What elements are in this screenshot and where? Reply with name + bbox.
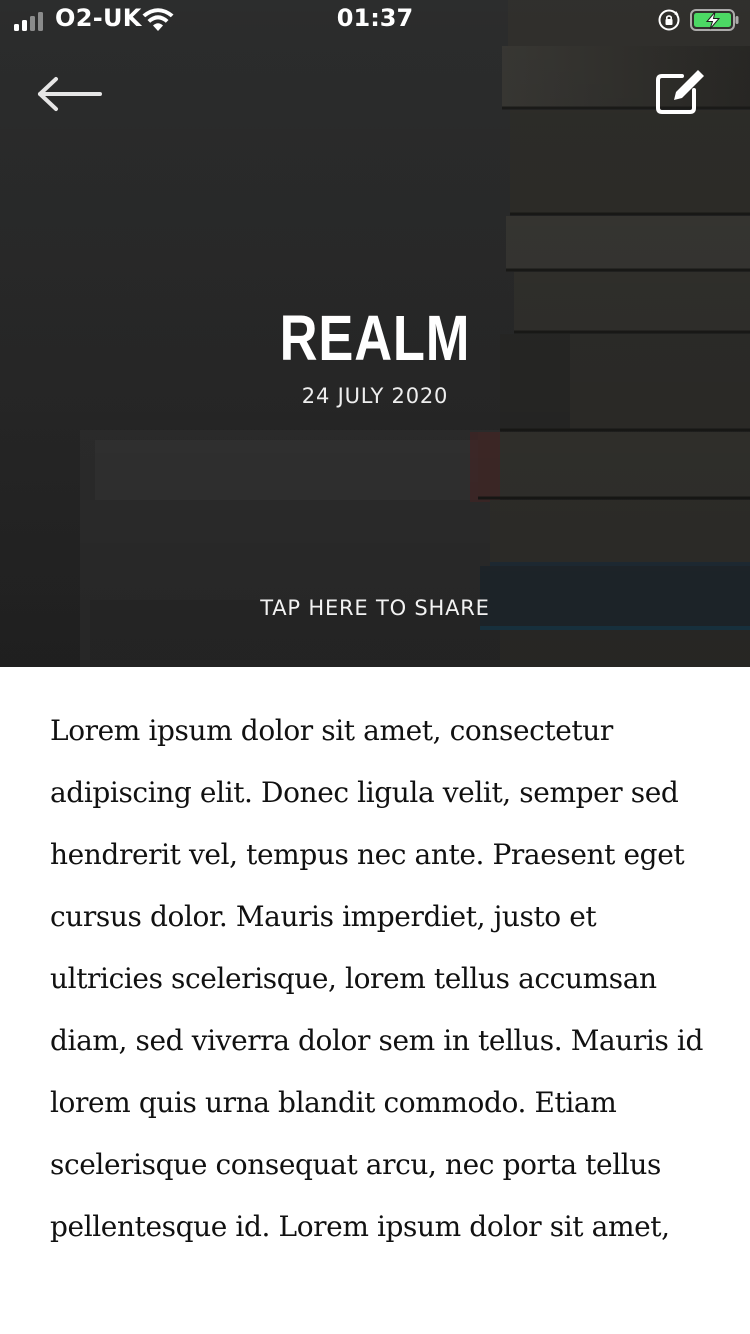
status-bar: O2-UK 01:37 [0,0,750,40]
article-header: O2-UK 01:37 REALM 24 JULY 2020 TAP HERE … [0,0,750,667]
back-button[interactable] [36,72,106,116]
article-heading: REALM 24 JULY 2020 [0,300,750,408]
article-body-text: Lorem ipsum dolor sit amet, consectetur … [50,714,703,1243]
battery-charging-icon [690,9,739,31]
article-date: 24 JULY 2020 [301,384,449,408]
edit-note-icon [656,70,704,114]
article-title: REALM [279,302,471,374]
article-body: Lorem ipsum dolor sit amet, consectetur … [50,700,710,1258]
orientation-lock-icon [658,9,680,31]
status-time: 01:37 [336,4,414,32]
arrow-left-icon [38,77,102,111]
edit-button[interactable] [650,66,708,118]
share-button[interactable]: TAP HERE TO SHARE [200,596,550,620]
